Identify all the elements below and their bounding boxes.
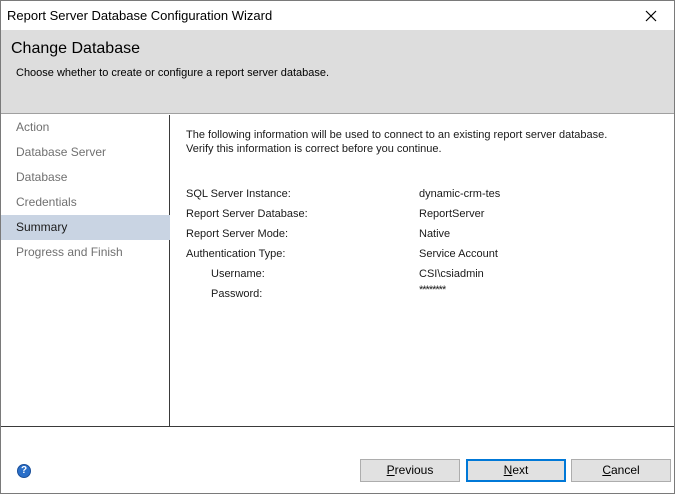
page-subtitle: Choose whether to create or configure a … — [16, 67, 330, 79]
help-icon[interactable]: ? — [17, 464, 31, 478]
cancel-button[interactable]: Cancel — [571, 459, 671, 482]
username-value: CSI\csiadmin — [419, 268, 484, 280]
previous-label-rest: revious — [394, 463, 434, 477]
previous-button[interactable]: Previous — [360, 459, 460, 482]
auth-type-value: Service Account — [419, 248, 498, 260]
server-mode-value: Native — [419, 228, 451, 240]
step-progress-and-finish[interactable]: Progress and Finish — [1, 240, 170, 265]
summary-panel: The following information will be used t… — [171, 115, 674, 426]
next-button[interactable]: Next — [466, 459, 566, 482]
sql-instance-label: SQL Server Instance: — [186, 188, 291, 200]
next-label-rest: ext — [512, 463, 529, 477]
sql-instance-value: dynamic-crm-tes — [419, 188, 501, 200]
username-label: Username: — [211, 268, 265, 280]
auth-type-label: Authentication Type: — [186, 248, 286, 260]
step-database[interactable]: Database — [1, 165, 170, 190]
summary-intro: The following information will be used t… — [186, 128, 607, 156]
report-db-label: Report Server Database: — [186, 208, 308, 220]
step-action[interactable]: Action — [1, 115, 170, 140]
wizard-header: Change Database Choose whether to create… — [1, 30, 674, 114]
title-bar: Report Server Database Configuration Wiz… — [1, 1, 674, 30]
close-icon — [645, 10, 657, 21]
footer-divider — [1, 426, 674, 427]
cancel-label-rest: ancel — [610, 463, 640, 477]
intro-line-1: The following information will be used t… — [186, 129, 608, 141]
cancel-accel: C — [602, 463, 611, 477]
password-value: ******** — [419, 284, 446, 296]
server-mode-label: Report Server Mode: — [186, 228, 289, 240]
close-button[interactable] — [628, 1, 674, 30]
step-credentials[interactable]: Credentials — [1, 190, 170, 215]
step-database-server[interactable]: Database Server — [1, 140, 170, 165]
intro-line-2: Verify this information is correct befor… — [186, 143, 442, 155]
step-summary[interactable]: Summary — [1, 215, 170, 240]
wizard-window: Report Server Database Configuration Wiz… — [0, 0, 675, 494]
window-title: Report Server Database Configuration Wiz… — [7, 8, 273, 23]
report-db-value: ReportServer — [419, 208, 485, 220]
password-label: Password: — [211, 288, 263, 300]
previous-accel: P — [386, 463, 395, 477]
wizard-steps-sidebar: Action Database Server Database Credenti… — [1, 115, 170, 426]
page-title: Change Database — [11, 40, 140, 57]
